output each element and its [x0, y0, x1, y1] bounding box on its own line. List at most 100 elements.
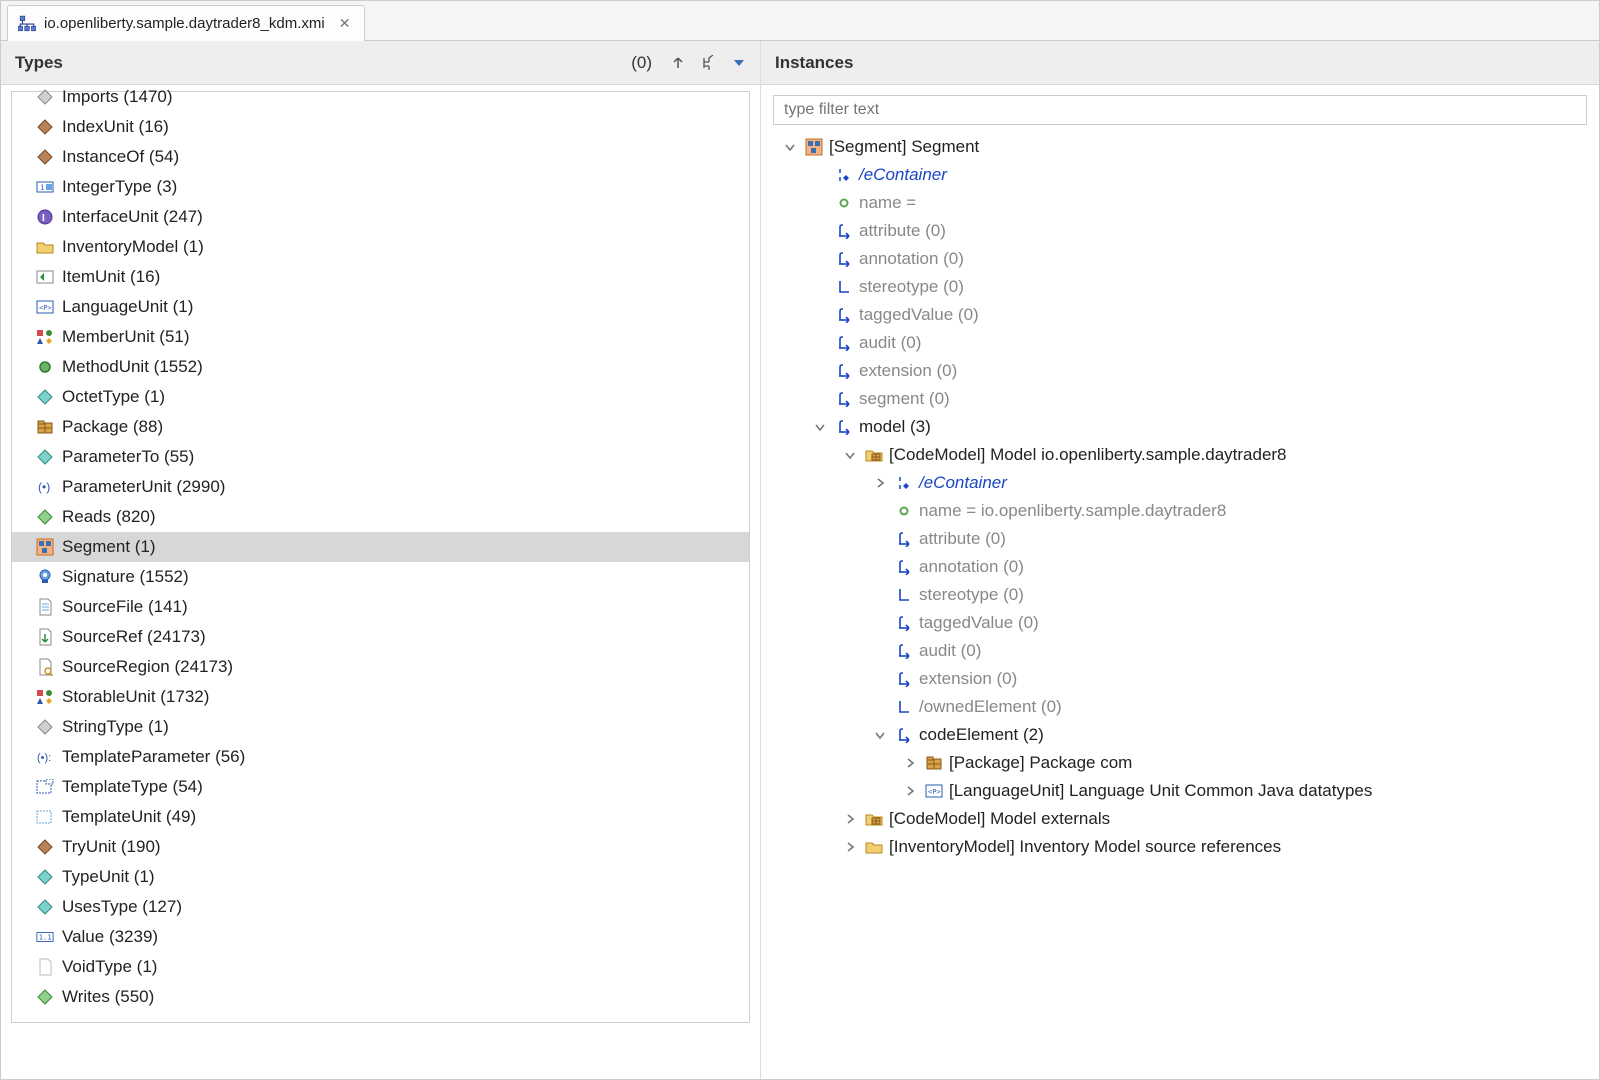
type-item[interactable]: InstanceOf (54)	[12, 142, 749, 172]
void-icon	[36, 958, 54, 976]
type-item[interactable]: SourceRegion (24173)	[12, 652, 749, 682]
type-item[interactable]: TryUnit (190)	[12, 832, 749, 862]
type-item[interactable]: Package (88)	[12, 412, 749, 442]
tree-row[interactable]: extension (0)	[781, 665, 1579, 693]
tree-row[interactable]: name =	[781, 189, 1579, 217]
type-item-label: VoidType (1)	[62, 957, 157, 977]
type-item[interactable]: TypeUnit (1)	[12, 862, 749, 892]
tree-row-label: stereotype (0)	[919, 585, 1024, 605]
type-item[interactable]: <P>LanguageUnit (1)	[12, 292, 749, 322]
tree-outline-icon[interactable]	[700, 55, 718, 71]
tab-title: io.openliberty.sample.daytrader8_kdm.xmi	[44, 15, 325, 32]
type-item[interactable]: UsesType (127)	[12, 892, 749, 922]
type-item-label: TypeUnit (1)	[62, 867, 155, 887]
type-item[interactable]: SourceFile (141)	[12, 592, 749, 622]
chevron-right-icon[interactable]	[901, 782, 919, 800]
type-item[interactable]: (•):TemplateParameter (56)	[12, 742, 749, 772]
param-icon: (•)	[36, 478, 54, 496]
chevron-right-icon[interactable]	[841, 838, 859, 856]
dropdown-icon[interactable]	[732, 56, 746, 70]
diamond-green-icon	[36, 508, 54, 526]
filter-input[interactable]	[773, 95, 1587, 125]
editor-tab[interactable]: io.openliberty.sample.daytrader8_kdm.xmi…	[7, 5, 365, 41]
tree-row-label: taggedValue (0)	[859, 305, 979, 325]
type-item[interactable]: 1.1Value (3239)	[12, 922, 749, 952]
type-item[interactable]: IndexUnit (16)	[12, 112, 749, 142]
chevron-down-icon[interactable]	[811, 418, 829, 436]
type-item[interactable]: OctetType (1)	[12, 382, 749, 412]
type-item-label: MemberUnit (51)	[62, 327, 190, 347]
tree-row[interactable]: stereotype (0)	[781, 581, 1579, 609]
type-item[interactable]: StringType (1)	[12, 712, 749, 742]
type-item[interactable]: SourceRef (24173)	[12, 622, 749, 652]
instances-tree[interactable]: [Segment] Segment/eContainername =attrib…	[771, 131, 1589, 881]
type-item[interactable]: Reads (820)	[12, 502, 749, 532]
type-item-label: SourceFile (141)	[62, 597, 188, 617]
tree-row[interactable]: stereotype (0)	[781, 273, 1579, 301]
type-item[interactable]: ParameterTo (55)	[12, 442, 749, 472]
segment-icon	[805, 138, 823, 156]
tree-row[interactable]: [InventoryModel] Inventory Model source …	[781, 833, 1579, 861]
type-item[interactable]: ItemUnit (16)	[12, 262, 749, 292]
chevron-down-icon[interactable]	[841, 446, 859, 464]
type-item[interactable]: TemplateType (54)	[12, 772, 749, 802]
tree-row-label: [CodeModel] Model io.openliberty.sample.…	[889, 445, 1287, 465]
tree-row[interactable]: name = io.openliberty.sample.daytrader8	[781, 497, 1579, 525]
value-icon: 1.1	[36, 928, 54, 946]
tree-row[interactable]: model (3)	[781, 413, 1579, 441]
svg-text:1.1: 1.1	[39, 933, 52, 942]
types-toolbar: (0)	[631, 53, 746, 73]
tree-row[interactable]: /eContainer	[781, 469, 1579, 497]
tree-row[interactable]: [CodeModel] Model io.openliberty.sample.…	[781, 441, 1579, 469]
chevron-down-icon[interactable]	[871, 726, 889, 744]
type-item[interactable]: Signature (1552)	[12, 562, 749, 592]
type-item[interactable]: Segment (1)	[12, 532, 749, 562]
tree-row[interactable]: audit (0)	[781, 637, 1579, 665]
tree-row[interactable]: [Package] Package com	[781, 749, 1579, 777]
tree-row[interactable]: extension (0)	[781, 357, 1579, 385]
tree-row[interactable]: annotation (0)	[781, 245, 1579, 273]
type-item-label: Package (88)	[62, 417, 163, 437]
type-item-label: ParameterTo (55)	[62, 447, 194, 467]
type-item[interactable]: Imports (1470)	[12, 85, 749, 112]
chevron-right-icon[interactable]	[841, 810, 859, 828]
tree-row[interactable]: annotation (0)	[781, 553, 1579, 581]
type-item[interactable]: InventoryModel (1)	[12, 232, 749, 262]
tree-row[interactable]: audit (0)	[781, 329, 1579, 357]
type-item[interactable]: iIntegerType (3)	[12, 172, 749, 202]
svg-text:I: I	[42, 213, 45, 224]
tree-row[interactable]: taggedValue (0)	[781, 609, 1579, 637]
chevron-right-icon[interactable]	[901, 754, 919, 772]
tree-row[interactable]: segment (0)	[781, 385, 1579, 413]
tree-row[interactable]: /ownedElement (0)	[781, 693, 1579, 721]
tree-row[interactable]: [CodeModel] Model externals	[781, 805, 1579, 833]
type-item[interactable]: MemberUnit (51)	[12, 322, 749, 352]
type-item[interactable]: VoidType (1)	[12, 952, 749, 982]
arrow-up-icon[interactable]	[670, 55, 686, 71]
type-item[interactable]: (•)ParameterUnit (2990)	[12, 472, 749, 502]
tree-row[interactable]: /eContainer	[781, 161, 1579, 189]
type-item[interactable]: StorableUnit (1732)	[12, 682, 749, 712]
codemodel-icon	[865, 810, 883, 828]
tmpl-param-icon: (•):	[36, 748, 54, 766]
chevron-down-icon[interactable]	[781, 138, 799, 156]
tree-row[interactable]: codeElement (2)	[781, 721, 1579, 749]
tree-row[interactable]: attribute (0)	[781, 525, 1579, 553]
type-item-label: TemplateType (54)	[62, 777, 203, 797]
close-tab-icon[interactable]: ✕	[339, 15, 351, 32]
folder-icon	[865, 838, 883, 856]
type-item[interactable]: IInterfaceUnit (247)	[12, 202, 749, 232]
type-item-label: IntegerType (3)	[62, 177, 177, 197]
type-item[interactable]: Writes (550)	[12, 982, 749, 1012]
types-list[interactable]: Imports (1470)IndexUnit (16)InstanceOf (…	[11, 91, 750, 1023]
folder-icon	[36, 238, 54, 256]
type-item[interactable]: TemplateUnit (49)	[12, 802, 749, 832]
tree-row[interactable]: attribute (0)	[781, 217, 1579, 245]
tree-row[interactable]: taggedValue (0)	[781, 301, 1579, 329]
instances-filter	[773, 95, 1587, 125]
tree-row[interactable]: <P>[LanguageUnit] Language Unit Common J…	[781, 777, 1579, 805]
ref-icon	[895, 614, 913, 632]
type-item[interactable]: MethodUnit (1552)	[12, 352, 749, 382]
chevron-right-icon[interactable]	[871, 474, 889, 492]
tree-row[interactable]: [Segment] Segment	[781, 133, 1579, 161]
